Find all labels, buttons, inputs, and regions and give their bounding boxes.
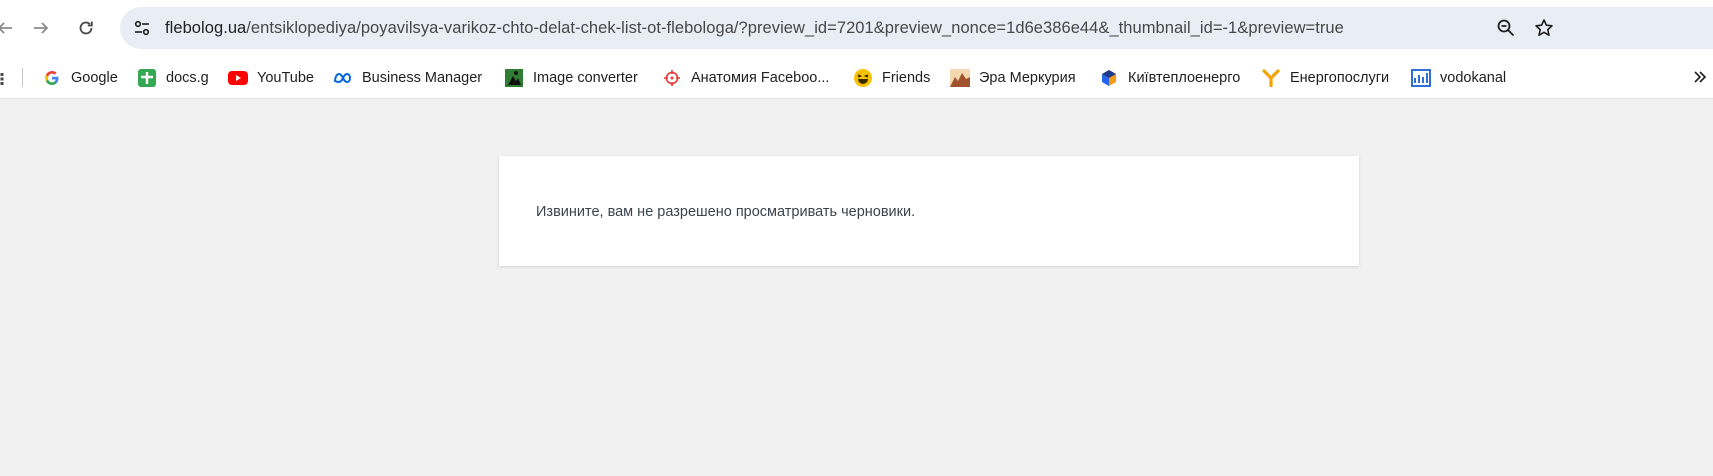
site-info-button[interactable] (126, 12, 158, 44)
url-path: /entsiklopediya/poyavilsya-varikoz-chto-… (246, 19, 1344, 37)
bookmark-label: Київтеплоенерго (1128, 70, 1241, 86)
bookmark-label: Business Manager (362, 70, 483, 86)
zoom-out-icon (1497, 19, 1515, 37)
star-icon (1535, 19, 1553, 36)
bookmark-youtube[interactable]: YouTube (228, 64, 314, 92)
bookmark-label: Енергопослуги (1290, 70, 1390, 86)
bookmark-star-button[interactable] (1528, 12, 1560, 44)
tune-icon (134, 20, 150, 36)
url-host: flebolog.ua (165, 19, 247, 37)
bookmark-label: Google (71, 70, 118, 86)
more-bookmarks-button[interactable] (1690, 67, 1710, 87)
bookmark-label: Эра Меркурия (979, 70, 1076, 86)
bookmark-era-merkuriya[interactable]: Эра Меркурия (950, 64, 1076, 92)
zoom-button[interactable] (1490, 12, 1522, 44)
message-card: Извините, вам не разрешено просматривать… (499, 156, 1359, 266)
bookmark-label: Friends (882, 70, 931, 86)
double-chevron-right-icon (1694, 71, 1707, 83)
bookmarks-divider (22, 68, 23, 87)
apps-grid-icon[interactable] (0, 72, 4, 85)
docs-plus-icon (137, 68, 157, 88)
address-bar[interactable]: flebolog.ua/entsiklopediya/poyavilsya-va… (120, 7, 1713, 49)
back-button[interactable] (0, 11, 22, 45)
bookmarks-bar: Google docs.g YouTube Business Manager I… (0, 56, 1713, 99)
bookmark-energoposlugi[interactable]: Енергопослуги (1261, 64, 1389, 92)
forward-button[interactable] (24, 11, 58, 45)
bookmark-google[interactable]: Google (42, 64, 118, 92)
y-logo-icon (1261, 68, 1281, 88)
reload-button[interactable] (69, 11, 103, 45)
bookmark-label: docs.g (166, 70, 209, 86)
bookmark-label: Image converter (533, 70, 638, 86)
arrow-right-icon (34, 22, 49, 34)
reload-icon (79, 21, 93, 35)
bookmark-image-converter[interactable]: Image converter (504, 64, 638, 92)
landscape-icon (950, 68, 970, 88)
google-icon (42, 68, 62, 88)
image-converter-icon (504, 68, 524, 88)
bookmark-docs[interactable]: docs.g (137, 64, 209, 92)
meta-icon (333, 68, 353, 88)
page-content: Извините, вам не разрешено просматривать… (0, 99, 1713, 476)
bookmark-business-manager[interactable]: Business Manager (333, 64, 482, 92)
browser-toolbar: flebolog.ua/entsiklopediya/poyavilsya-va… (0, 0, 1713, 56)
chart-window-icon (1411, 68, 1431, 88)
bookmark-vodokanal[interactable]: vodokanal (1411, 64, 1506, 92)
bookmark-friends[interactable]: Friends (853, 64, 930, 92)
crosshair-icon (662, 68, 682, 88)
bookmark-anatomy-facebook[interactable]: Анатомия Faceboo... (662, 64, 829, 92)
laughing-emoji-icon (853, 68, 873, 88)
url-text[interactable]: flebolog.ua/entsiklopediya/poyavilsya-va… (165, 7, 1344, 49)
bookmark-label: YouTube (257, 70, 314, 86)
youtube-icon (228, 68, 248, 88)
bookmark-label: Анатомия Faceboo... (691, 70, 830, 86)
bookmark-kyivteploenergo[interactable]: Київтеплоенерго (1099, 64, 1240, 92)
arrow-left-icon (0, 22, 12, 34)
bookmark-label: vodokanal (1440, 70, 1507, 86)
cube-icon (1099, 68, 1119, 88)
permission-message: Извините, вам не разрешено просматривать… (536, 204, 916, 220)
